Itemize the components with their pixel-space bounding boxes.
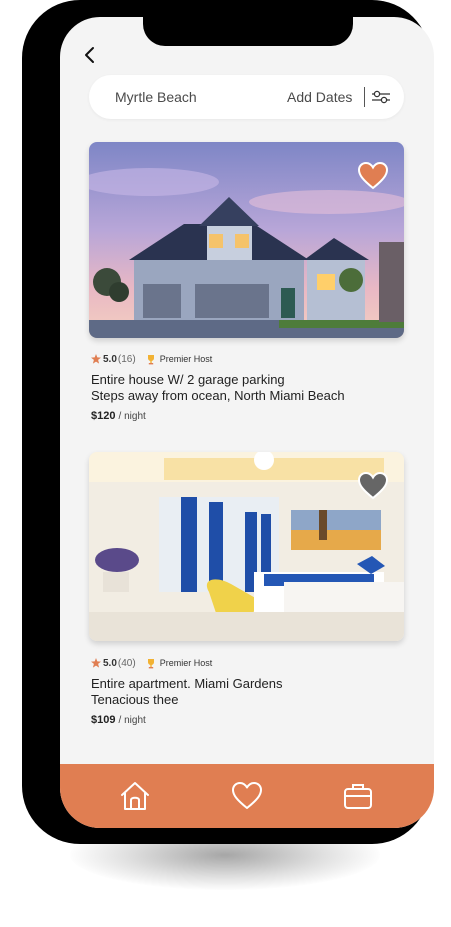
- listing-photo-house[interactable]: [89, 142, 404, 338]
- trophy-icon: [147, 658, 154, 668]
- listing-price: $120 / night: [91, 410, 146, 422]
- listing-price: $109 / night: [91, 714, 146, 726]
- favorite-heart-icon[interactable]: [358, 472, 388, 500]
- price-value: $109: [91, 714, 116, 726]
- bedroom-photo: [89, 452, 404, 641]
- add-dates-button[interactable]: Add Dates: [287, 89, 352, 105]
- listing-photo-apartment[interactable]: [89, 452, 404, 641]
- heart-outline-icon[interactable]: [231, 780, 263, 812]
- star-icon: [91, 354, 101, 364]
- app-screen: Myrtle Beach Add Dates 5.0 (16) Premier …: [60, 17, 434, 828]
- price-unit: / night: [118, 715, 146, 726]
- review-count: (16): [117, 353, 136, 365]
- sliders-icon[interactable]: [371, 88, 391, 106]
- chevron-left-icon[interactable]: [80, 45, 100, 65]
- host-badge: Premier Host: [159, 354, 213, 364]
- listing-title[interactable]: Entire apartment. Miami Gardens Tenaciou…: [91, 676, 282, 708]
- home-icon[interactable]: [119, 780, 151, 812]
- bottom-tab-bar: [60, 764, 434, 828]
- listing-title-line2: Steps away from ocean, North Miami Beach: [91, 388, 345, 403]
- review-count: (40): [117, 657, 136, 669]
- briefcase-icon[interactable]: [342, 780, 374, 812]
- listing-title[interactable]: Entire house W/ 2 garage parking Steps a…: [91, 372, 345, 404]
- search-bar[interactable]: Myrtle Beach Add Dates: [89, 75, 404, 119]
- rating-value: 5.0: [103, 657, 117, 669]
- price-unit: / night: [118, 411, 146, 422]
- rating-value: 5.0: [103, 353, 117, 365]
- listing-meta: 5.0 (16) Premier Host: [91, 351, 212, 367]
- phone-notch: [143, 0, 353, 46]
- price-value: $120: [91, 410, 116, 422]
- listing-title-line1: Entire apartment. Miami Gardens: [91, 676, 283, 691]
- star-icon: [91, 658, 101, 668]
- search-location[interactable]: Myrtle Beach: [115, 89, 197, 105]
- listing-title-line2: Tenacious thee: [91, 692, 179, 707]
- favorite-heart-icon[interactable]: [358, 162, 388, 190]
- host-badge: Premier Host: [159, 658, 213, 668]
- listing-title-line1: Entire house W/ 2 garage parking: [91, 372, 285, 387]
- listing-meta: 5.0 (40) Premier Host: [91, 655, 212, 671]
- search-divider: [364, 87, 365, 107]
- phone-frame: Myrtle Beach Add Dates 5.0 (16) Premier …: [22, 0, 434, 844]
- house-photo: [89, 142, 404, 338]
- trophy-icon: [147, 354, 154, 364]
